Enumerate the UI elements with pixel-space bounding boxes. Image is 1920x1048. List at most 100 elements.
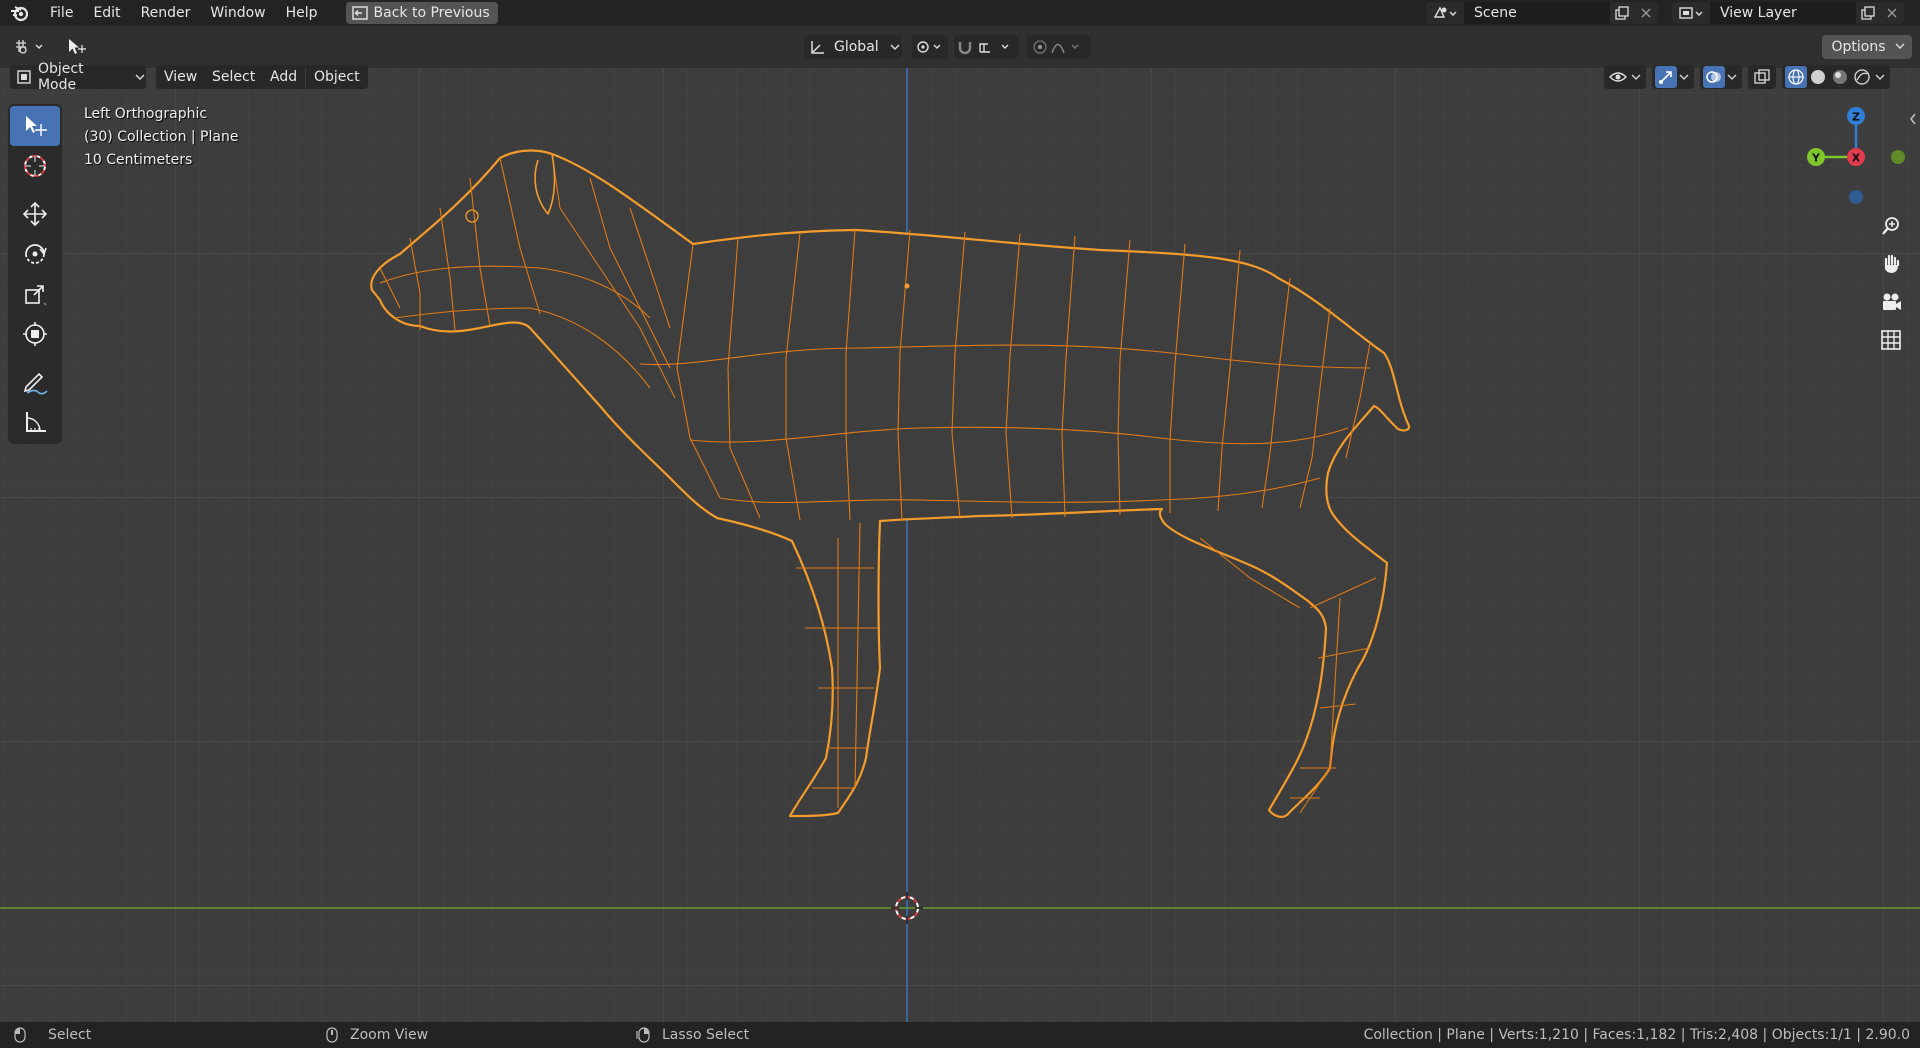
interaction-mode-label: Object Mode	[37, 61, 84, 93]
editor-type-dropdown[interactable]	[10, 35, 50, 59]
axis-gizmo-icon: Z Y X	[1807, 107, 1905, 204]
wireframe-shading-icon[interactable]	[1785, 66, 1807, 88]
xray-toggle[interactable]	[1748, 65, 1776, 89]
transform-tool-button[interactable]	[10, 314, 60, 354]
options-dropdown[interactable]: Options	[1821, 35, 1912, 59]
menu-window[interactable]: Window	[200, 0, 275, 26]
top-menubar: File Edit Render Window Help Back to Pre…	[0, 0, 1920, 26]
gizmo-toggle[interactable]	[1652, 65, 1694, 89]
camera-view-button[interactable]	[1875, 286, 1907, 318]
scene-name-field[interactable]: Scene	[1464, 2, 1610, 24]
status-hint-lasso-label: Lasso Select	[662, 1027, 750, 1043]
annotate-tool-button[interactable]	[10, 362, 60, 402]
chevron-down-icon[interactable]	[1873, 66, 1887, 88]
active-tool-indicator[interactable]	[64, 35, 90, 59]
options-label: Options	[1831, 39, 1886, 55]
scale-tool-button[interactable]	[10, 274, 60, 314]
material-preview-shading-icon[interactable]	[1829, 66, 1851, 88]
menu-select[interactable]: Select	[204, 65, 264, 89]
gizmo-icon	[1655, 66, 1677, 88]
transform-orientation-label: Global	[834, 39, 879, 55]
snapping-controls[interactable]	[954, 35, 1018, 59]
view-layer-name-field[interactable]: View Layer	[1710, 2, 1856, 24]
view-layer-browse-dropdown[interactable]	[1672, 2, 1710, 24]
cursor-icon	[24, 155, 46, 177]
sidebar-toggle-arrow[interactable]	[1908, 112, 1918, 130]
rendered-shading-icon[interactable]	[1851, 66, 1873, 88]
transform-orientation-dropdown[interactable]: Global	[804, 35, 902, 59]
3d-viewport[interactable]	[0, 68, 1920, 1022]
duplicate-icon	[1615, 6, 1629, 20]
chevron-down-icon	[890, 44, 900, 50]
scene-statistics: Collection | Plane | Verts:1,210 | Faces…	[1363, 1027, 1910, 1043]
scale-icon	[25, 285, 47, 306]
pan-view-button[interactable]	[1875, 248, 1907, 280]
rotate-tool-button[interactable]	[10, 234, 60, 274]
menu-edit[interactable]: Edit	[83, 0, 130, 26]
chevron-down-icon	[1895, 43, 1905, 49]
snap-magnet-icon	[958, 42, 1009, 55]
interaction-mode-dropdown[interactable]: Object Mode	[10, 61, 146, 93]
active-collection-label: (30) Collection | Plane	[84, 129, 239, 145]
mouse-left-icon	[14, 1027, 26, 1043]
proportional-editing-controls[interactable]	[1026, 35, 1090, 59]
duplicate-icon	[1861, 6, 1875, 20]
overlays-toggle[interactable]	[1700, 65, 1742, 89]
xray-icon	[1751, 66, 1773, 88]
view-name-label: Left Orthographic	[84, 106, 208, 122]
measure-tool-button[interactable]	[10, 402, 60, 442]
pivot-point-dropdown[interactable]	[912, 35, 948, 59]
back-icon	[351, 6, 368, 20]
view-layer-new-button[interactable]	[1856, 2, 1880, 24]
annotate-pencil-icon	[23, 372, 48, 395]
viewport-navigation-buttons	[1875, 210, 1907, 362]
mouse-middle-icon	[326, 1027, 338, 1043]
scene-delete-button[interactable]	[1634, 2, 1658, 24]
move-icon	[22, 201, 48, 227]
menu-add[interactable]: Add	[262, 65, 306, 89]
menu-render[interactable]: Render	[131, 0, 201, 26]
cursor-tool-button[interactable]	[10, 146, 60, 186]
chevron-down-icon	[135, 74, 145, 80]
scene-new-button[interactable]	[1610, 2, 1634, 24]
menu-view[interactable]: View	[156, 65, 206, 89]
menu-object[interactable]: Object	[306, 65, 368, 89]
toggle-perspective-button[interactable]	[1875, 324, 1907, 356]
object-visibility-dropdown[interactable]	[1604, 65, 1646, 89]
chevron-down-icon	[1725, 66, 1739, 88]
grid-scale-label: 10 Centimeters	[84, 152, 193, 168]
select-box-tool-button[interactable]	[10, 106, 60, 146]
rotate-icon	[25, 244, 47, 264]
menu-help[interactable]: Help	[276, 0, 328, 26]
scene-browse-dropdown[interactable]	[1426, 2, 1464, 24]
object-origin	[904, 283, 910, 289]
zoom-icon	[1882, 217, 1899, 235]
view-layer-icon	[1679, 7, 1703, 19]
gizmo-y-label: Y	[1811, 152, 1821, 165]
overlays-icon	[1703, 66, 1725, 88]
move-tool-button[interactable]	[10, 194, 60, 234]
back-to-previous-button[interactable]: Back to Previous	[345, 2, 498, 24]
gizmo-z-label: Z	[1852, 111, 1860, 124]
blender-logo-icon[interactable]	[0, 0, 40, 26]
status-hint-select-label: Select	[48, 1027, 92, 1043]
chevron-down-icon	[1677, 66, 1691, 88]
viewport-canvas	[0, 68, 1920, 1022]
eye-icon	[1607, 66, 1629, 88]
shading-modes	[1782, 65, 1890, 89]
zoom-view-button[interactable]	[1875, 210, 1907, 242]
chevron-down-icon	[1629, 66, 1643, 88]
back-to-previous-label: Back to Previous	[373, 5, 490, 21]
mouse-right-icon	[636, 1027, 650, 1043]
select-box-icon	[26, 116, 47, 136]
solid-shading-icon[interactable]	[1807, 66, 1829, 88]
3d-viewport-icon	[16, 40, 43, 54]
status-hint-zoom: Zoom View	[326, 1022, 428, 1048]
hand-icon	[1884, 254, 1900, 273]
navigation-gizmo[interactable]: Z Y X	[1806, 102, 1906, 212]
menu-file[interactable]: File	[40, 0, 83, 26]
chevron-left-icon	[1909, 113, 1916, 125]
tool-header: Global Options	[0, 26, 1920, 68]
view-layer-delete-button[interactable]	[1880, 2, 1904, 24]
status-bar: Select Zoom View Lasso Select Collection…	[0, 1022, 1920, 1048]
